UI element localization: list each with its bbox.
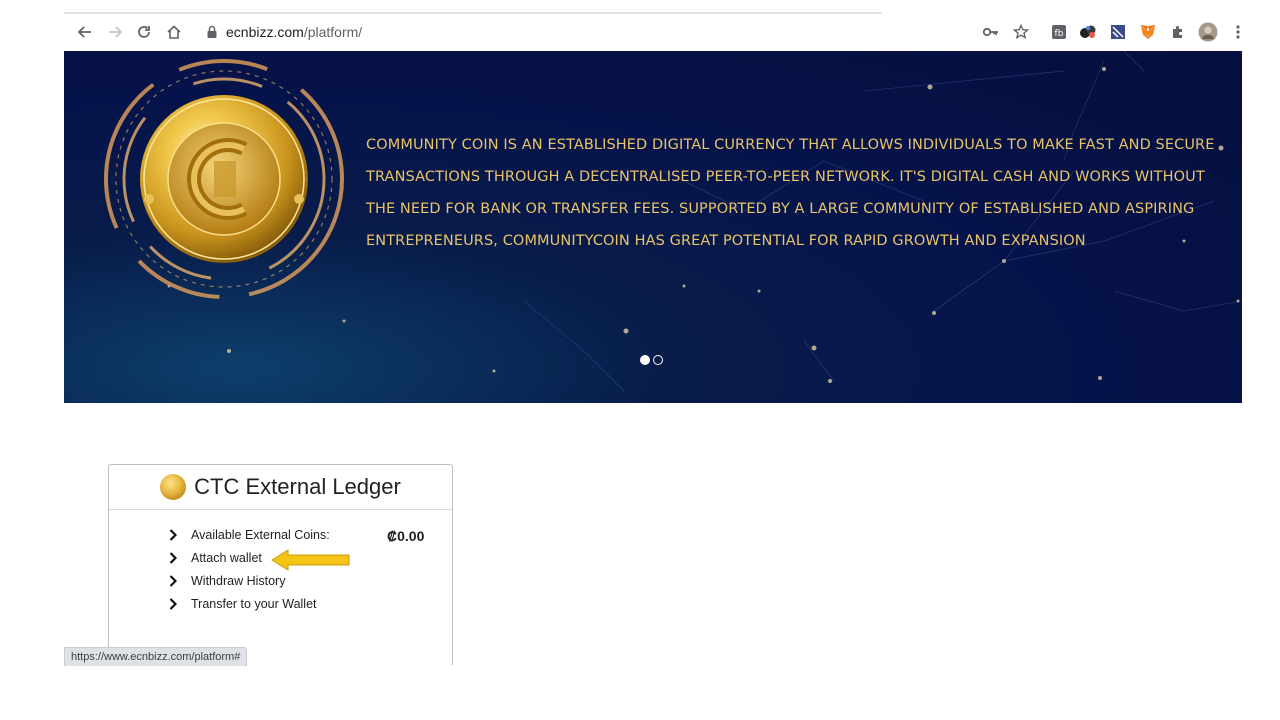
reload-icon <box>138 26 150 38</box>
reload-button[interactable] <box>131 18 157 46</box>
page: ecnbizz.com/platform/ fb COMMUNITY COIN … <box>0 0 1280 720</box>
url-host: ecnbizz.com <box>226 24 304 40</box>
card-header: CTC External Ledger <box>109 465 452 510</box>
bookmark-button[interactable] <box>1011 22 1031 42</box>
kebab-menu-icon <box>1236 25 1240 39</box>
yellow-arrow-annotation <box>271 549 350 571</box>
extension-1-icon: fb <box>1052 25 1066 39</box>
menu-item-transfer-to-wallet[interactable]: Transfer to your Wallet <box>165 597 317 611</box>
menu-item-label: Attach wallet <box>191 551 262 565</box>
home-button[interactable] <box>161 18 187 46</box>
menu-item-label: Transfer to your Wallet <box>191 597 317 611</box>
address-bar[interactable]: ecnbizz.com/platform/ <box>198 17 1038 47</box>
lock-icon <box>207 25 217 38</box>
menu-item-available-coins[interactable]: Available External Coins: <box>165 528 330 542</box>
chevron-right-icon <box>165 552 181 564</box>
ctc-ledger-card: CTC External Ledger Available External C… <box>108 464 453 665</box>
extensions-button[interactable] <box>1168 22 1188 42</box>
coin-icon <box>160 474 187 500</box>
svg-text:fb: fb <box>1055 29 1064 39</box>
url-text: ecnbizz.com/platform/ <box>226 24 362 40</box>
url-path: /platform/ <box>303 24 363 40</box>
metamask-button[interactable] <box>1138 22 1158 42</box>
home-icon <box>167 25 181 39</box>
menu-item-label: Available External Coins: <box>191 528 330 542</box>
card-title: CTC External Ledger <box>194 474 401 499</box>
balance-value: ₡0.00 <box>387 528 425 544</box>
hero-banner: COMMUNITY COIN IS AN ESTABLISHED DIGITAL… <box>64 51 1242 403</box>
avatar <box>1198 22 1218 42</box>
browser-menu-button[interactable] <box>1228 22 1248 42</box>
puzzle-icon <box>1173 26 1182 38</box>
menu-item-withdraw-history[interactable]: Withdraw History <box>165 574 285 588</box>
menu-item-attach-wallet[interactable]: Attach wallet <box>165 551 262 565</box>
carousel-dot-1[interactable] <box>640 355 650 365</box>
extension-3-icon <box>1111 25 1125 39</box>
browser-toolbar: ecnbizz.com/platform/ fb <box>64 14 1252 50</box>
hero-description: COMMUNITY COIN IS AN ESTABLISHED DIGITAL… <box>366 137 1215 249</box>
carousel-dot-2[interactable] <box>653 355 663 365</box>
extension-button-3[interactable] <box>1108 22 1128 42</box>
arrow-left-icon <box>77 26 91 38</box>
chevron-right-icon <box>165 598 181 610</box>
forward-button[interactable] <box>102 18 128 46</box>
star-icon <box>1013 24 1029 40</box>
extension-2-icon <box>1080 25 1096 38</box>
key-icon <box>983 27 998 37</box>
password-key-button[interactable] <box>981 22 1001 42</box>
metamask-icon <box>1140 25 1156 39</box>
extension-button-2[interactable] <box>1078 22 1098 42</box>
menu-item-label: Withdraw History <box>191 574 286 588</box>
back-button[interactable] <box>72 18 98 46</box>
community-coin-logo <box>104 59 344 299</box>
extension-button-1[interactable]: fb <box>1049 22 1069 42</box>
chevron-right-icon <box>165 575 181 587</box>
carousel-dots <box>640 355 663 365</box>
profile-button[interactable] <box>1198 22 1218 42</box>
link-status-bubble: https://www.ecnbizz.com/platform# <box>64 647 248 666</box>
arrow-right-icon <box>109 26 123 38</box>
chevron-right-icon <box>165 529 181 541</box>
